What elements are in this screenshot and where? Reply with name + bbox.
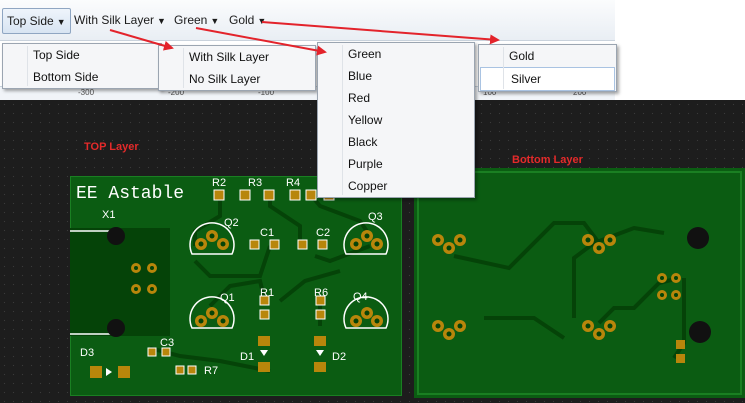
arrow-to-color-menu [195, 27, 327, 56]
annotation-arrows [109, 21, 500, 56]
arrow-to-finish-menu [261, 21, 500, 45]
arrow-to-silk-menu [109, 29, 174, 51]
